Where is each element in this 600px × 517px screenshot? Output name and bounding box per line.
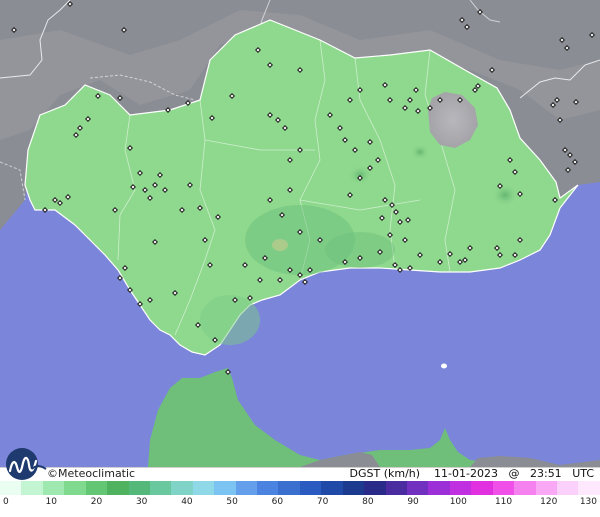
scale-swatch <box>556 481 579 495</box>
scale-swatch <box>42 481 65 495</box>
scale-swatch <box>149 481 172 495</box>
color-scale-bar <box>0 481 600 495</box>
scale-swatch <box>171 481 193 495</box>
color-scale-labels: 0 10 20 30 40 50 60 70 80 90 100 110 120 130 <box>0 497 600 511</box>
scale-swatch <box>321 481 343 495</box>
scale-swatch <box>492 481 515 495</box>
scale-swatch <box>471 481 493 495</box>
logo-icon <box>6 448 47 480</box>
brand-name: Meteoclimatic <box>58 467 136 480</box>
scale-swatch <box>364 481 386 495</box>
scale-tick-label: 100 <box>449 497 467 507</box>
scale-swatch <box>535 481 557 495</box>
relief-patch <box>272 239 288 251</box>
scale-tick-label: 110 <box>494 497 513 507</box>
scale-swatch <box>342 481 365 495</box>
scale-swatch <box>578 481 600 495</box>
scale-swatch <box>214 481 236 495</box>
at-symbol: @ <box>508 467 520 480</box>
meteoclimatic-wave-logo <box>2 447 48 481</box>
scale-tick-label: 30 <box>135 497 148 507</box>
relief-patch <box>491 183 519 207</box>
relief-patch <box>200 295 260 345</box>
scale-tick-label: 20 <box>90 497 103 507</box>
scale-tick-label: 40 <box>181 497 193 507</box>
variable-label: DGST (km/h) <box>349 467 421 480</box>
brand-label: ©Meteoclimatic <box>47 467 135 481</box>
scale-swatch <box>192 481 215 495</box>
scale-swatch <box>449 481 472 495</box>
scale-tick-label: 80 <box>362 497 374 507</box>
scale-tick-label: 70 <box>316 497 329 507</box>
scale-swatch <box>21 481 43 495</box>
scale-swatch <box>235 481 258 495</box>
scale-swatch <box>428 481 450 495</box>
scale-swatch <box>385 481 408 495</box>
time-label: 23:51 <box>529 467 562 480</box>
map-viewport: ©Meteoclimatic DGST (km/h) 11-01-2023 @ … <box>0 0 600 517</box>
wind-gust-map <box>0 0 600 467</box>
scale-tick-label: 90 <box>407 497 419 507</box>
scale-swatch <box>257 481 279 495</box>
scale-tick-label: 130 <box>579 497 597 507</box>
timezone-label: UTC <box>572 467 594 480</box>
scale-swatch <box>278 481 300 495</box>
map-info: DGST (km/h) 11-01-2023 @ 23:51 UTC <box>350 467 595 481</box>
relief-patch <box>410 144 430 160</box>
scale-swatch <box>85 481 108 495</box>
scale-tick-label: 120 <box>540 497 558 507</box>
scale-tick-label: 60 <box>271 497 284 507</box>
scale-tick-label: 10 <box>45 497 57 507</box>
scale-swatch <box>0 481 22 495</box>
scale-swatch <box>514 481 536 495</box>
scale-swatch <box>299 481 322 495</box>
date-label: 11-01-2023 <box>434 467 498 480</box>
relief-patch <box>325 232 395 268</box>
copyright-symbol: © <box>47 467 58 480</box>
scale-swatch <box>64 481 86 495</box>
scale-swatch <box>407 481 429 495</box>
scale-tick-label: 0 <box>3 497 9 507</box>
alboran-island <box>441 363 447 369</box>
scale-swatch <box>107 481 129 495</box>
scale-swatch <box>128 481 150 495</box>
color-scale-legend: 0 10 20 30 40 50 60 70 80 90 100 110 120 130 <box>0 481 600 517</box>
scale-tick-label: 50 <box>226 497 238 507</box>
